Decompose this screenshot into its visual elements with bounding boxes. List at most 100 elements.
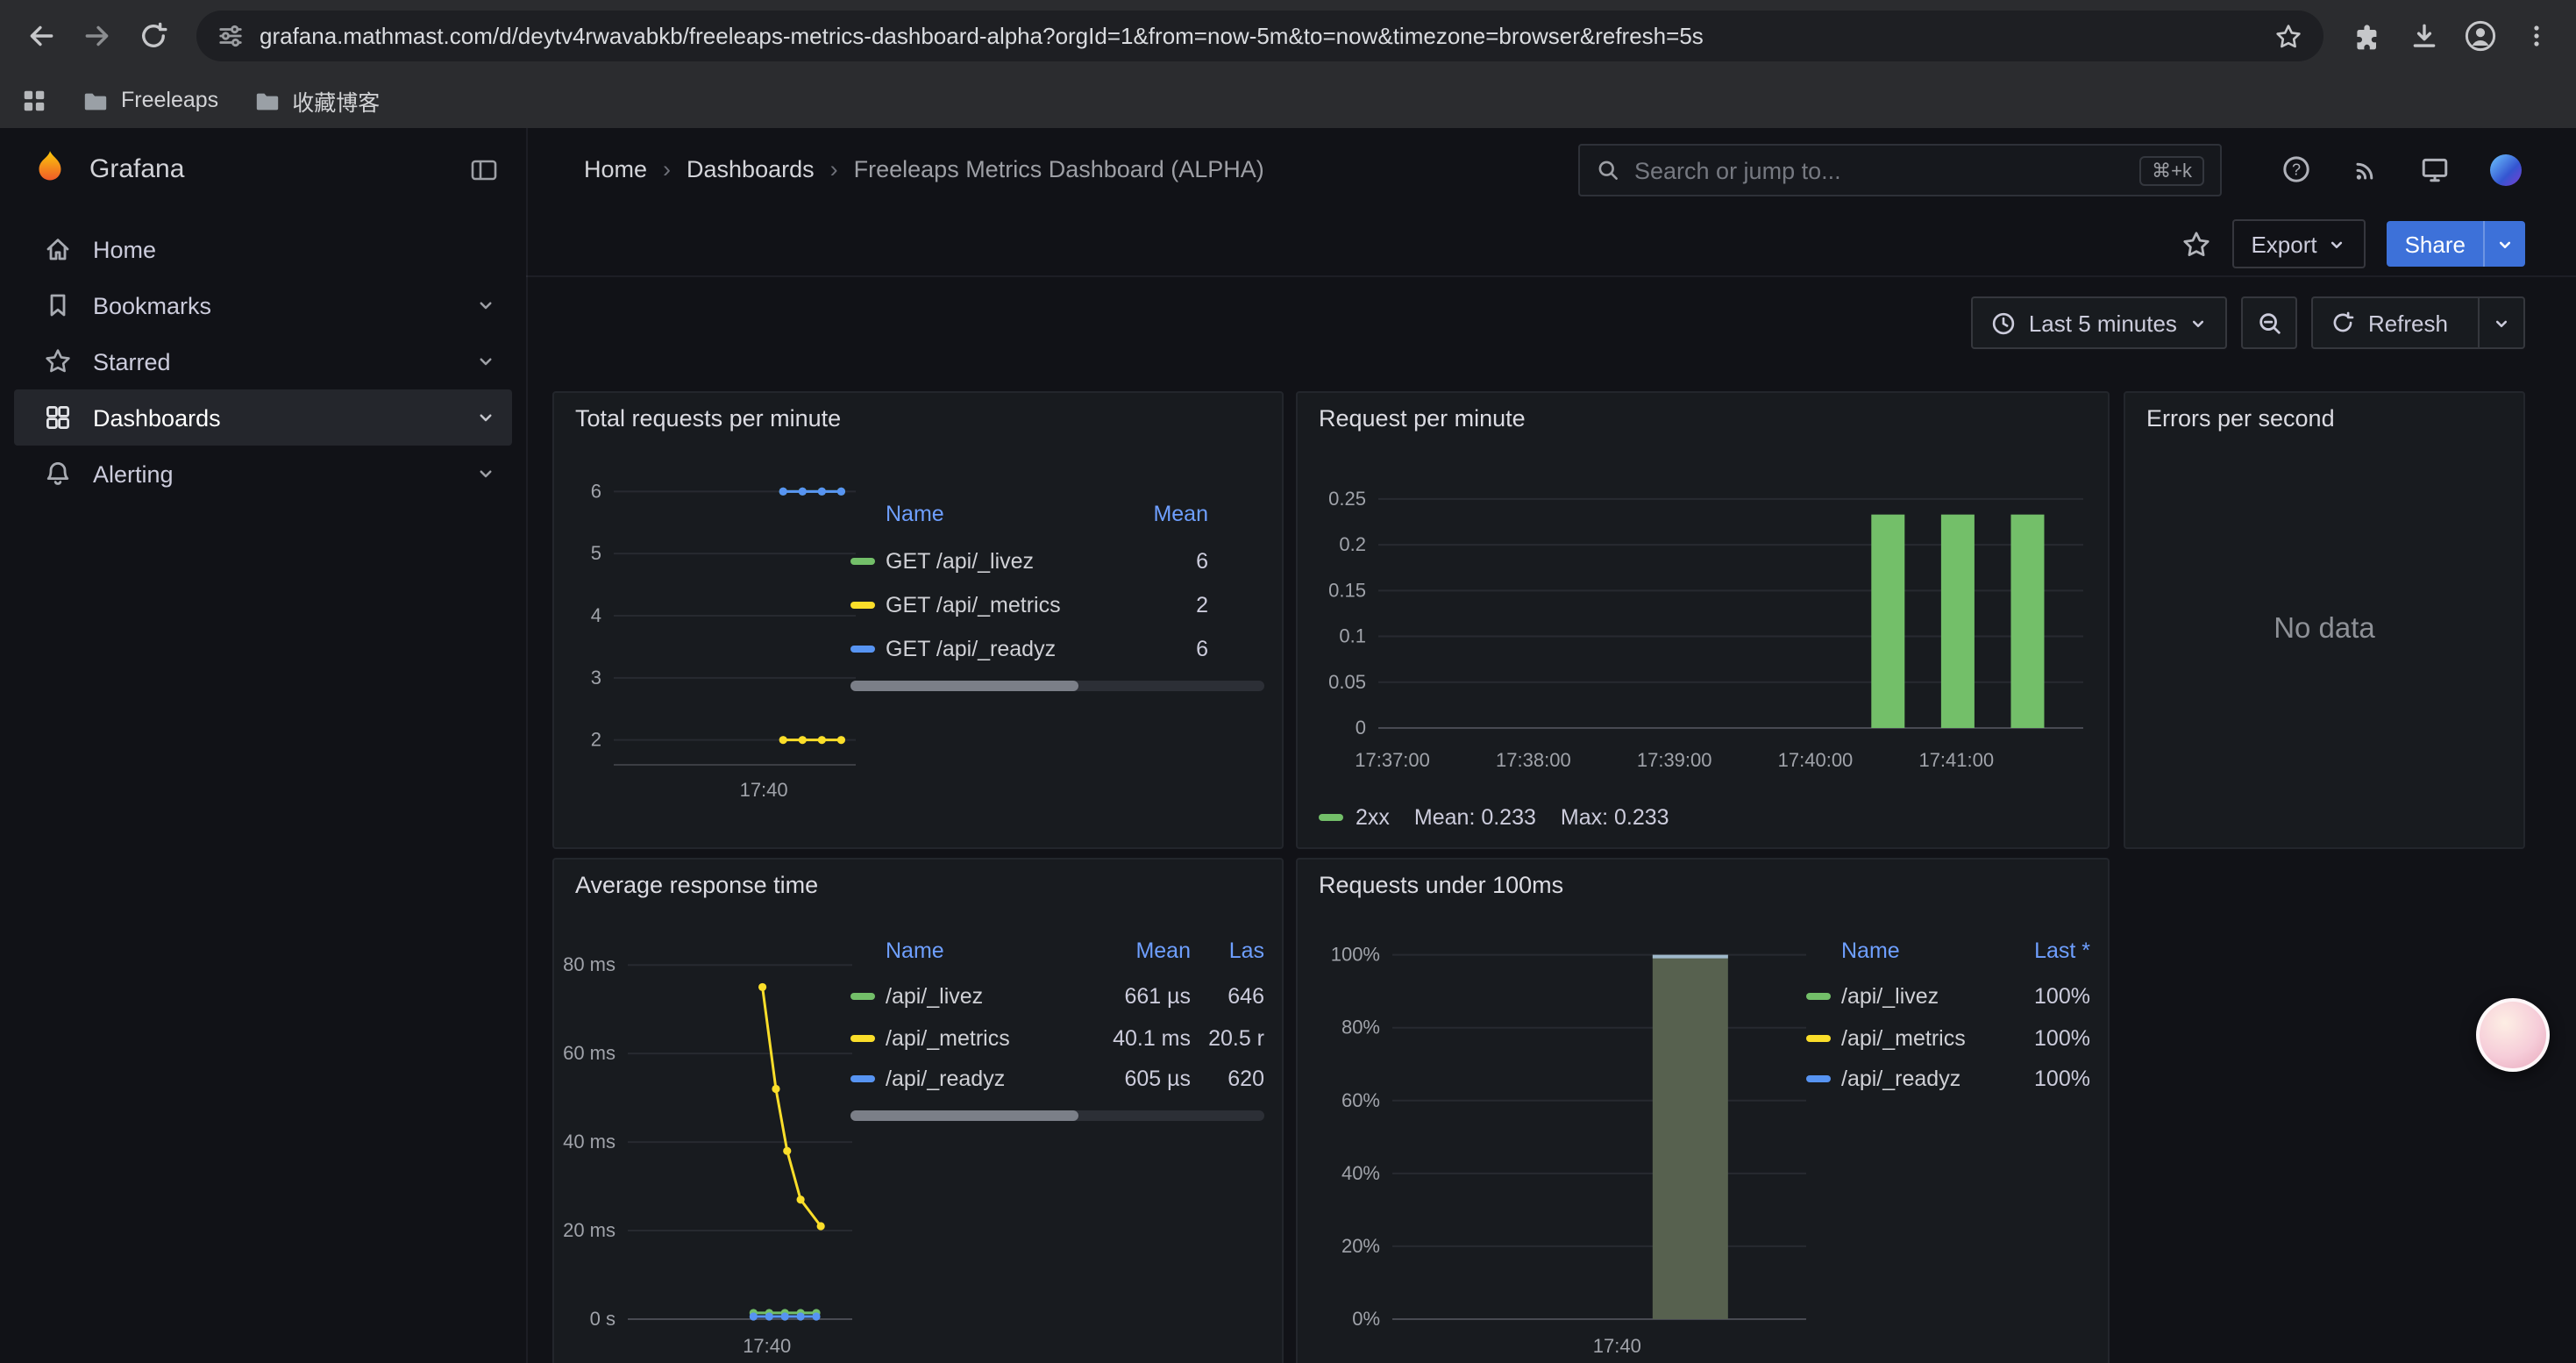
legend-col-name[interactable]: Name <box>1841 938 1985 963</box>
brand-title: Grafana <box>89 154 452 184</box>
menu-kebab-icon[interactable] <box>2509 10 2562 62</box>
assistant-avatar-overlay[interactable] <box>2476 998 2550 1072</box>
refresh-button[interactable]: Refresh <box>2312 296 2525 349</box>
sidebar-item-home[interactable]: Home <box>14 221 512 277</box>
forward-icon[interactable] <box>70 10 123 62</box>
chevron-down-icon[interactable] <box>475 295 496 316</box>
panel-errors-per-second: Errors per second No data <box>2124 391 2525 849</box>
legend-col-mean[interactable]: Mean <box>1128 502 1208 526</box>
export-button[interactable]: Export <box>2231 219 2366 268</box>
panel-average-response-time: Average response time 80 ms60 ms40 ms20 … <box>552 858 1284 1363</box>
svg-text:60 ms: 60 ms <box>563 1042 616 1064</box>
svg-text:0: 0 <box>1356 717 1366 739</box>
sidebar-item-alerting[interactable]: Alerting <box>14 446 512 502</box>
site-info-icon[interactable] <box>217 23 244 49</box>
zoom-out-button[interactable] <box>2242 296 2298 349</box>
series-color-chip <box>850 994 875 1001</box>
chevron-down-icon[interactable] <box>475 407 496 428</box>
sidebar-item-starred[interactable]: Starred <box>14 333 512 389</box>
legend-scrollbar[interactable] <box>850 1110 1264 1121</box>
svg-text:5: 5 <box>591 542 601 564</box>
line-chart: 6543217:40 <box>561 439 868 810</box>
search-input[interactable]: Search or jump to... ⌘+k <box>1578 144 2222 196</box>
legend-scrollbar[interactable] <box>850 681 1264 691</box>
apps-grid-icon[interactable] <box>21 87 47 113</box>
bar-chart: 0.250.20.150.10.05017:37:0017:38:0017:39… <box>1305 442 2097 793</box>
help-icon[interactable]: ? <box>2281 154 2311 184</box>
series-color-chip <box>850 1035 875 1042</box>
scrollbar-thumb[interactable] <box>850 1110 1078 1121</box>
svg-text:20%: 20% <box>1341 1235 1380 1257</box>
home-icon <box>44 235 72 263</box>
legend-col-name[interactable]: Name <box>886 502 1128 526</box>
breadcrumb-dashboards[interactable]: Dashboards <box>687 156 815 182</box>
svg-text:3: 3 <box>591 667 601 689</box>
series-color-chip <box>1806 994 1831 1001</box>
time-controls: Last 5 minutes Refresh <box>1971 296 2525 349</box>
share-menu-chevron-icon[interactable] <box>2483 221 2525 267</box>
rss-icon[interactable] <box>2352 155 2380 183</box>
folder-icon <box>253 87 280 113</box>
svg-text:17:39:00: 17:39:00 <box>1637 749 1712 771</box>
sidebar-item-dashboards[interactable]: Dashboards <box>14 389 512 446</box>
panel-title[interactable]: Request per minute <box>1319 405 1526 432</box>
grafana-app: Grafana Home Bookmarks Starred <box>0 128 2576 1363</box>
legend-row: /api/_livez 661 µs 646 <box>850 976 1264 1017</box>
sidebar-item-bookmarks[interactable]: Bookmarks <box>14 277 512 333</box>
share-button[interactable]: Share <box>2387 221 2525 267</box>
bookmark-label: Freeleaps <box>121 88 218 112</box>
legend-col-last[interactable]: Las <box>1191 938 1264 963</box>
legend-row: /api/_metrics 100% <box>1806 1017 2090 1059</box>
reload-icon[interactable] <box>126 10 179 62</box>
bookmark-folder-freeleaps[interactable]: Freeleaps <box>82 87 218 113</box>
panel-title[interactable]: Errors per second <box>2146 405 2335 432</box>
refresh-interval-chevron-icon[interactable] <box>2478 298 2523 347</box>
legend-table: Name Mean GET /api/_livez 6 GET /api/_me… <box>850 495 1264 691</box>
url-text[interactable]: grafana.mathmast.com/d/deytv4rwavabkb/fr… <box>260 23 2259 49</box>
extensions-icon[interactable] <box>2341 10 2394 62</box>
panel-title[interactable]: Requests under 100ms <box>1319 872 1563 898</box>
grafana-logo[interactable] <box>28 147 72 191</box>
panel-title[interactable]: Total requests per minute <box>575 405 841 432</box>
folder-icon <box>82 87 109 113</box>
star-icon <box>44 347 72 375</box>
dock-menu-icon[interactable] <box>470 155 498 183</box>
svg-text:17:40: 17:40 <box>740 779 788 801</box>
series-color-chip <box>850 601 875 608</box>
scrollbar-thumb[interactable] <box>850 681 1078 691</box>
chevron-down-icon <box>2328 234 2347 253</box>
series-mean: Mean: 0.233 <box>1414 805 1536 830</box>
series-color-chip <box>1806 1035 1831 1042</box>
svg-text:80%: 80% <box>1341 1017 1380 1038</box>
bookmark-icon <box>44 291 72 319</box>
chevron-down-icon[interactable] <box>475 351 496 372</box>
svg-text:17:40:00: 17:40:00 <box>1778 749 1854 771</box>
legend-col-mean[interactable]: Mean <box>1085 938 1191 963</box>
monitor-icon[interactable] <box>2420 154 2450 184</box>
legend-row: /api/_readyz 605 µs 620 <box>850 1059 1264 1100</box>
svg-text:17:38:00: 17:38:00 <box>1496 749 1571 771</box>
legend-row: GET /api/_metrics 2 <box>850 582 1264 626</box>
time-range-picker[interactable]: Last 5 minutes <box>1971 296 2228 349</box>
bookmarks-bar: Freeleaps 收藏博客 <box>0 72 2576 128</box>
user-avatar[interactable] <box>2490 153 2522 185</box>
svg-text:17:40: 17:40 <box>743 1335 791 1357</box>
panel-title[interactable]: Average response time <box>575 872 818 898</box>
favorite-star-icon[interactable] <box>2181 229 2210 259</box>
legend-table: Name Last * /api/_livez 100% /api/_metri… <box>1806 930 2090 1100</box>
legend-col-name[interactable]: Name <box>886 938 1085 963</box>
series-name[interactable]: 2xx <box>1356 805 1390 830</box>
bookmark-star-icon[interactable] <box>2274 22 2302 50</box>
svg-text:4: 4 <box>591 604 601 626</box>
no-data-message: No data <box>2125 612 2523 646</box>
url-bar[interactable]: grafana.mathmast.com/d/deytv4rwavabkb/fr… <box>196 11 2323 61</box>
breadcrumb-home[interactable]: Home <box>584 156 647 182</box>
chevron-down-icon[interactable] <box>475 463 496 484</box>
downloads-icon[interactable] <box>2397 10 2450 62</box>
profile-icon[interactable] <box>2453 10 2506 62</box>
back-icon[interactable] <box>14 10 67 62</box>
search-shortcut-kbd: ⌘+k <box>2139 155 2204 185</box>
legend-col-last[interactable]: Last * <box>1985 938 2090 963</box>
panel-requests-under-100ms: Requests under 100ms 100%80%60%40%20%0%1… <box>1296 858 2110 1363</box>
bookmark-folder-blogs[interactable]: 收藏博客 <box>253 83 380 117</box>
